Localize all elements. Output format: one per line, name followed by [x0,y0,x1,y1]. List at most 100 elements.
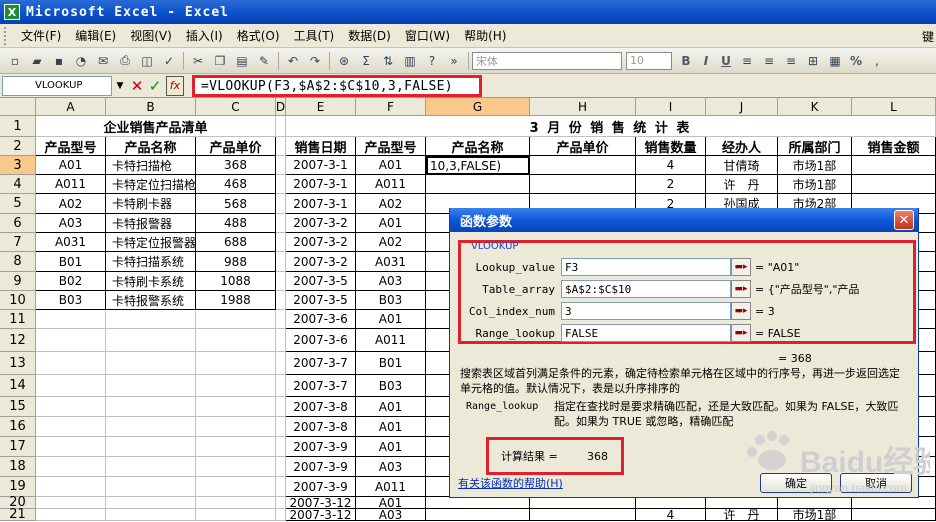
right-table-cell[interactable]: A031 [356,252,426,272]
right-header-cell[interactable]: 产品名称 [426,137,530,156]
right-table-cell[interactable]: 2007-3-5 [286,272,356,291]
menu-help[interactable]: 帮助(H) [457,27,513,44]
lookup-value-input[interactable]: F3 [561,258,731,276]
menu-view[interactable]: 视图(V) [123,27,179,44]
open-folder-icon[interactable]: ▰ [27,51,47,71]
right-table-cell[interactable]: A01 [356,156,426,175]
collapse-dialog-icon[interactable]: ▬▸ [731,302,751,320]
menu-edit[interactable]: 编辑(E) [68,27,123,44]
save-icon[interactable]: ▪ [49,51,69,71]
right-table-cell[interactable]: A011 [356,175,426,194]
right-table-cell[interactable]: 2007-3-9 [286,477,356,497]
grid-cell[interactable] [36,310,106,329]
column-header-1[interactable]: B [106,98,196,116]
right-table-cell[interactable] [636,497,706,509]
sort-ascending-icon[interactable]: ⇅ [378,51,398,71]
align-center-icon[interactable]: ≡ [759,51,779,71]
right-table-cell[interactable] [778,497,852,509]
right-table-cell[interactable] [852,497,936,509]
row-header-1[interactable]: 2 [0,137,36,156]
left-table-cell[interactable]: A03 [36,214,106,233]
left-header-cell[interactable]: 产品名称 [106,137,196,156]
left-table-cell[interactable]: A031 [36,233,106,252]
bold-button[interactable]: B [676,51,696,71]
menu-window[interactable]: 窗口(W) [398,27,457,44]
right-table-cell[interactable]: A01 [356,417,426,437]
grid-cell[interactable] [276,397,286,417]
right-table-cell[interactable]: 2007-3-7 [286,352,356,375]
left-table-cell[interactable]: B02 [36,272,106,291]
column-header-6[interactable]: G [426,98,530,116]
right-table-cell[interactable]: 2007-3-8 [286,417,356,437]
toolbar-options-icon[interactable]: » [444,51,464,71]
left-table-cell[interactable]: B03 [36,291,106,310]
right-header-cell[interactable]: 销售金额 [852,137,936,156]
row-header-5[interactable]: 6 [0,214,36,233]
select-all-corner[interactable] [0,98,36,116]
right-table-cell[interactable]: 2 [636,175,706,194]
right-table-cell[interactable]: 2007-3-1 [286,175,356,194]
grid-cell[interactable] [106,397,196,417]
undo-icon[interactable]: ↶ [283,51,303,71]
grid-cell[interactable] [276,194,286,214]
hyperlink-icon[interactable]: ⊛ [334,51,354,71]
left-table-cell[interactable]: 468 [196,175,276,194]
new-file-icon[interactable]: ▫ [5,51,25,71]
grid-cell[interactable] [196,352,276,375]
paste-icon[interactable]: ▤ [232,51,252,71]
help-question-box[interactable]: 键 [922,28,934,45]
right-header-cell[interactable]: 经办人 [706,137,778,156]
row-header-13[interactable]: 14 [0,375,36,397]
formula-input[interactable]: =VLOOKUP(F3,$A$2:$C$10,3,FALSE) [192,75,482,97]
grid-cell[interactable] [196,310,276,329]
right-table-cell[interactable] [426,175,530,194]
autosum-icon[interactable]: Σ [356,51,376,71]
right-table-cell[interactable] [706,497,778,509]
grid-cell[interactable] [276,175,286,194]
right-table-cell[interactable]: A03 [356,272,426,291]
right-table-cell[interactable]: B03 [356,291,426,310]
help-icon[interactable]: ? [422,51,442,71]
right-table-cell[interactable] [426,509,530,521]
left-table-cell[interactable]: 1088 [196,272,276,291]
collapse-dialog-icon[interactable]: ▬▸ [731,324,751,342]
right-header-cell[interactable]: 销售数量 [636,137,706,156]
right-table-cell[interactable]: 市场1部 [778,509,852,521]
right-table-cell[interactable]: 2007-3-1 [286,194,356,214]
row-header-11[interactable]: 12 [0,329,36,352]
right-table-cell[interactable]: 4 [636,509,706,521]
right-table-cell[interactable]: A01 [356,310,426,329]
grid-cell[interactable] [196,497,276,509]
row-header-0[interactable]: 1 [0,116,36,137]
grid-cell[interactable] [196,457,276,477]
right-table-cell[interactable]: 2007-3-9 [286,457,356,477]
row-header-14[interactable]: 15 [0,397,36,417]
permission-icon[interactable]: ◔ [71,51,91,71]
left-table-cell[interactable]: A02 [36,194,106,214]
right-table-cell[interactable]: 2007-3-5 [286,291,356,310]
row-header-3[interactable]: 4 [0,175,36,194]
right-table-cell[interactable]: A02 [356,194,426,214]
grid-cell[interactable] [276,156,286,175]
col-index-input[interactable]: 3 [561,302,731,320]
grid-cell[interactable] [276,116,286,137]
right-table-cell[interactable]: B01 [356,352,426,375]
right-table-cell[interactable]: 市场1部 [778,156,852,175]
row-header-12[interactable]: 13 [0,352,36,375]
menu-grip[interactable] [4,26,14,45]
left-table-title[interactable]: 企业销售产品清单 [36,116,276,137]
collapse-dialog-icon[interactable]: ▬▸ [731,258,751,276]
grid-cell[interactable] [276,417,286,437]
grid-cell[interactable] [276,214,286,233]
right-header-cell[interactable]: 所属部门 [778,137,852,156]
grid-cell[interactable] [36,509,106,521]
spelling-icon[interactable]: ✓ [159,51,179,71]
grid-cell[interactable] [276,310,286,329]
grid-cell[interactable] [276,291,286,310]
menu-file[interactable]: 文件(F) [14,27,68,44]
grid-cell[interactable] [196,417,276,437]
column-header-4[interactable]: E [286,98,356,116]
right-header-cell[interactable]: 产品型号 [356,137,426,156]
print-icon[interactable]: ⎙ [115,51,135,71]
right-table-cell[interactable]: A01 [356,214,426,233]
